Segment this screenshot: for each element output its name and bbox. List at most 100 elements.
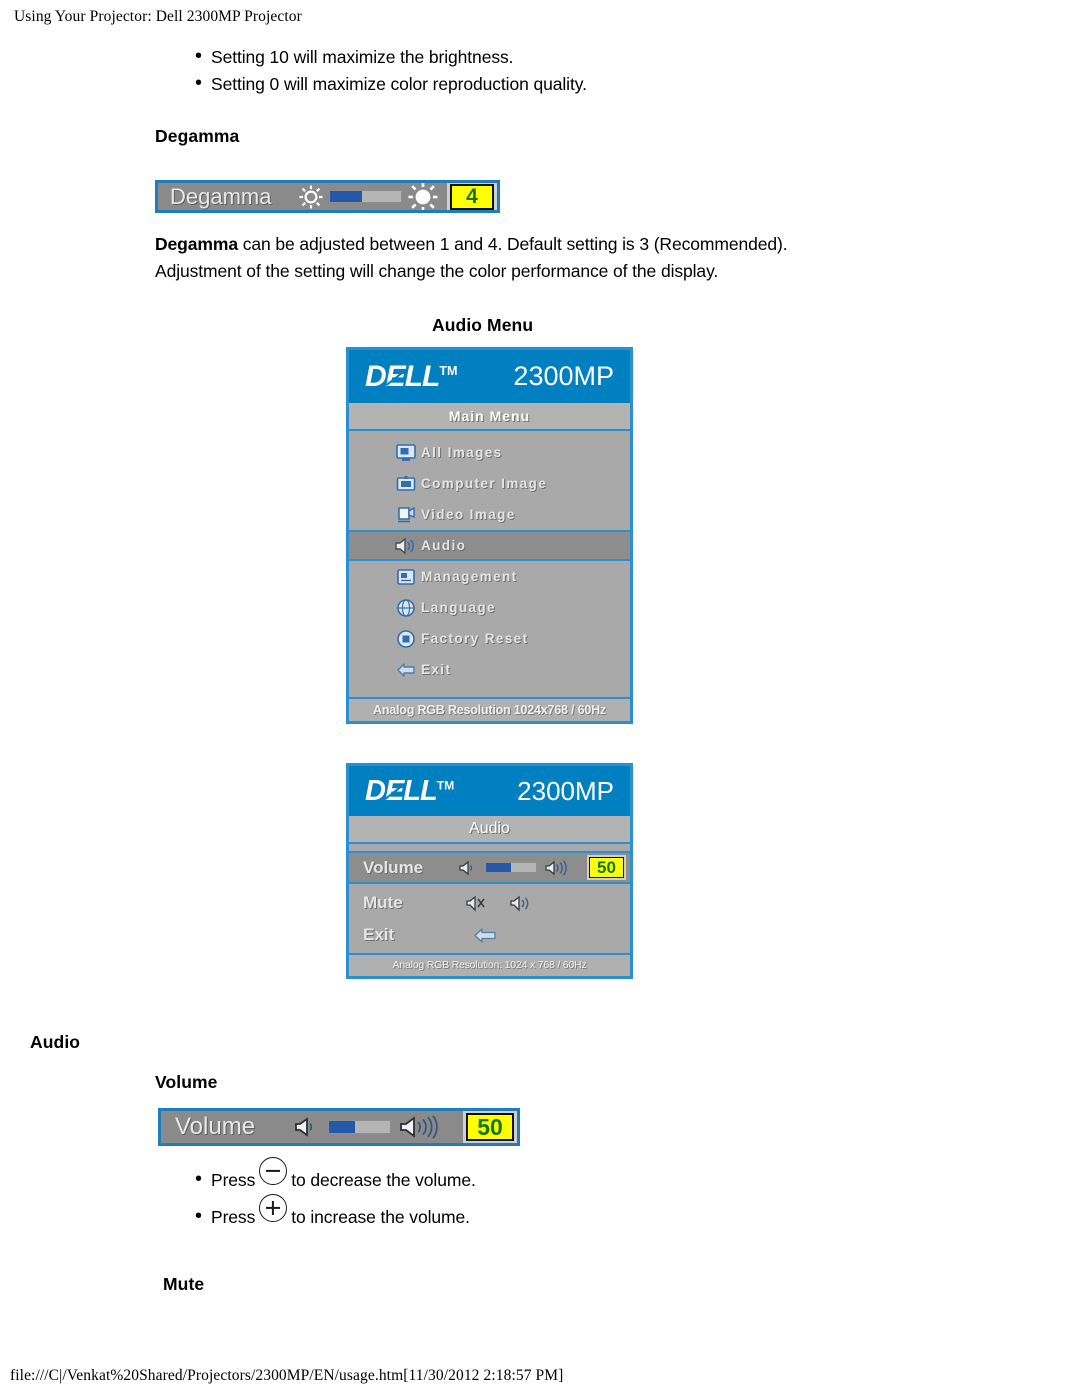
exit-arrow-icon [391,659,421,681]
volume-strip-label: Volume [175,1113,256,1140]
management-icon [391,566,421,588]
volume-subheading: Volume [155,1072,218,1092]
dell-logo: DELLTM [365,774,455,807]
paragraph-text: can be adjusted between 1 and 4. Default… [237,234,788,254]
osd-audio-row-mute[interactable]: Mute [349,887,630,919]
degamma-osd-strip[interactable]: Degamma 4 [155,180,500,213]
osd-volume-track[interactable] [485,862,537,873]
osd-status-bar: Analog RGB Resolution: 1024 x 768 / 60Hz [349,953,630,976]
list-item: Setting 10 will maximize the brightness. [195,44,587,71]
paragraph-line: Degamma can be adjusted between 1 and 4.… [155,231,835,258]
osd-menu-item-exit[interactable]: Exit [349,654,630,685]
volume-osd-strip[interactable]: Volume 50 [158,1108,520,1146]
page-header: Using Your Projector: Dell 2300MP Projec… [14,8,302,25]
osd-menu-item-all-images[interactable]: All Images [349,437,630,468]
plus-key-icon[interactable] [259,1194,288,1222]
bullet-text-post: to decrease the volume. [291,1170,476,1190]
osd-menu-item-language[interactable]: Language [349,592,630,623]
page-footer: file:///C|/Venkat%20Shared/Projectors/23… [10,1367,564,1384]
bullet-icon [195,1166,211,1193]
trademark-mark: TM [436,777,455,792]
volume-value-frame: 50 [463,1111,517,1143]
osd-volume-fill [486,863,511,872]
osd-audio-menu-panel[interactable]: DELLTM 2300MP Audio Volume 50 Mute Exit … [346,763,633,979]
list-item: Press to decrease the volume. [195,1157,476,1195]
osd-menu-item-video-image[interactable]: Video Image [349,499,630,530]
volume-bullet-list: Press to decrease the volume. Press to i… [195,1157,476,1232]
mute-heading: Mute [163,1274,205,1294]
osd-volume-value-frame: 50 [587,855,626,880]
osd-audio-row-exit[interactable]: Exit [349,919,630,951]
osd-audio-rows: Volume 50 Mute Exit [349,844,630,951]
minus-key-icon[interactable] [259,1157,288,1185]
osd-menu-item-management[interactable]: Management [349,561,630,592]
list-item: Setting 0 will maximize color reproducti… [195,71,587,98]
volume-value: 50 [466,1113,514,1141]
speaker-on-icon[interactable] [499,895,543,912]
degamma-strip-label: Degamma [170,183,272,209]
osd-menu-item-label: Audio [421,538,467,553]
osd-main-menu-panel[interactable]: DELLTM 2300MP Main Menu All Images Compu… [346,347,633,724]
osd-menu-item-label: Management [421,569,518,584]
bullet-text-post: to increase the volume. [291,1207,470,1227]
degamma-value: 4 [450,183,494,210]
volume-slider-track[interactable] [327,1120,392,1134]
volume-slider-fill [328,1121,356,1133]
osd-brand-bar: DELLTM 2300MP [349,350,630,403]
osd-menu-item-audio[interactable]: Audio [349,530,630,561]
top-bullet-list: Setting 10 will maximize the brightness.… [195,44,587,98]
paragraph-text: Adjustment of the setting will change th… [155,261,719,281]
osd-menu-item-label: Exit [421,662,452,677]
osd-menu-item-label: All Images [421,445,503,460]
paragraph-bold-term: Degamma [155,234,238,254]
osd-model-name: 2300MP [513,361,614,391]
osd-menu-item-label: Factory Reset [421,631,529,646]
dell-logo: DELLTM [365,359,458,393]
factory-reset-icon [391,628,421,650]
bullet-icon [195,43,211,70]
bullet-text-pre: Press [211,1170,256,1190]
speaker-low-icon [290,1116,322,1138]
audio-section-heading: Audio [30,1032,81,1052]
osd-menu-item-factory-reset[interactable]: Factory Reset [349,623,630,654]
all-images-icon [391,442,421,464]
osd-brand-bar: DELLTM 2300MP [349,766,630,816]
osd-model-name: 2300MP [517,775,614,806]
bullet-icon [195,70,211,97]
osd-status-bar: Analog RGB Resolution 1024x768 / 60Hz [349,697,630,721]
video-image-icon [391,504,421,526]
osd-audio-row-label: Exit [363,925,395,944]
osd-menu-item-label: Video Image [421,507,516,522]
osd-audio-row-volume[interactable]: Volume 50 [349,851,630,884]
degamma-slider-track[interactable] [329,190,402,203]
degamma-heading: Degamma [155,126,240,146]
brightness-low-icon [298,184,324,210]
osd-title-bar: Main Menu [349,403,630,431]
computer-image-icon [391,473,421,495]
osd-volume-value: 50 [589,857,624,878]
trademark-mark: TM [439,363,458,378]
list-item: Press to increase the volume. [195,1194,476,1232]
osd-title-bar: Audio [349,816,630,844]
brightness-high-icon [407,183,439,210]
degamma-value-frame: 4 [447,183,497,210]
audio-speaker-icon [391,535,421,557]
degamma-paragraph: Degamma can be adjusted between 1 and 4.… [155,231,835,285]
speaker-mute-icon[interactable] [455,895,499,912]
bullet-text: Setting 0 will maximize color reproducti… [211,74,587,94]
speaker-high-icon [541,859,573,876]
language-globe-icon [391,597,421,619]
speaker-high-icon [396,1115,445,1139]
osd-menu-item-computer-image[interactable]: Computer Image [349,468,630,499]
paragraph-line: Adjustment of the setting will change th… [155,258,835,285]
osd-audio-row-label: Volume [363,857,424,877]
osd-menu-item-label: Language [421,600,496,615]
osd-menu-list: All Images Computer Image Video Image Au… [349,437,630,685]
audio-menu-heading: Audio Menu [432,315,534,335]
exit-arrow-icon[interactable] [455,927,515,944]
osd-menu-item-label: Computer Image [421,476,548,491]
speaker-low-icon [455,860,481,876]
bullet-text-pre: Press [211,1207,256,1227]
degamma-slider-fill [330,191,362,202]
bullet-text: Setting 10 will maximize the brightness. [211,47,514,67]
